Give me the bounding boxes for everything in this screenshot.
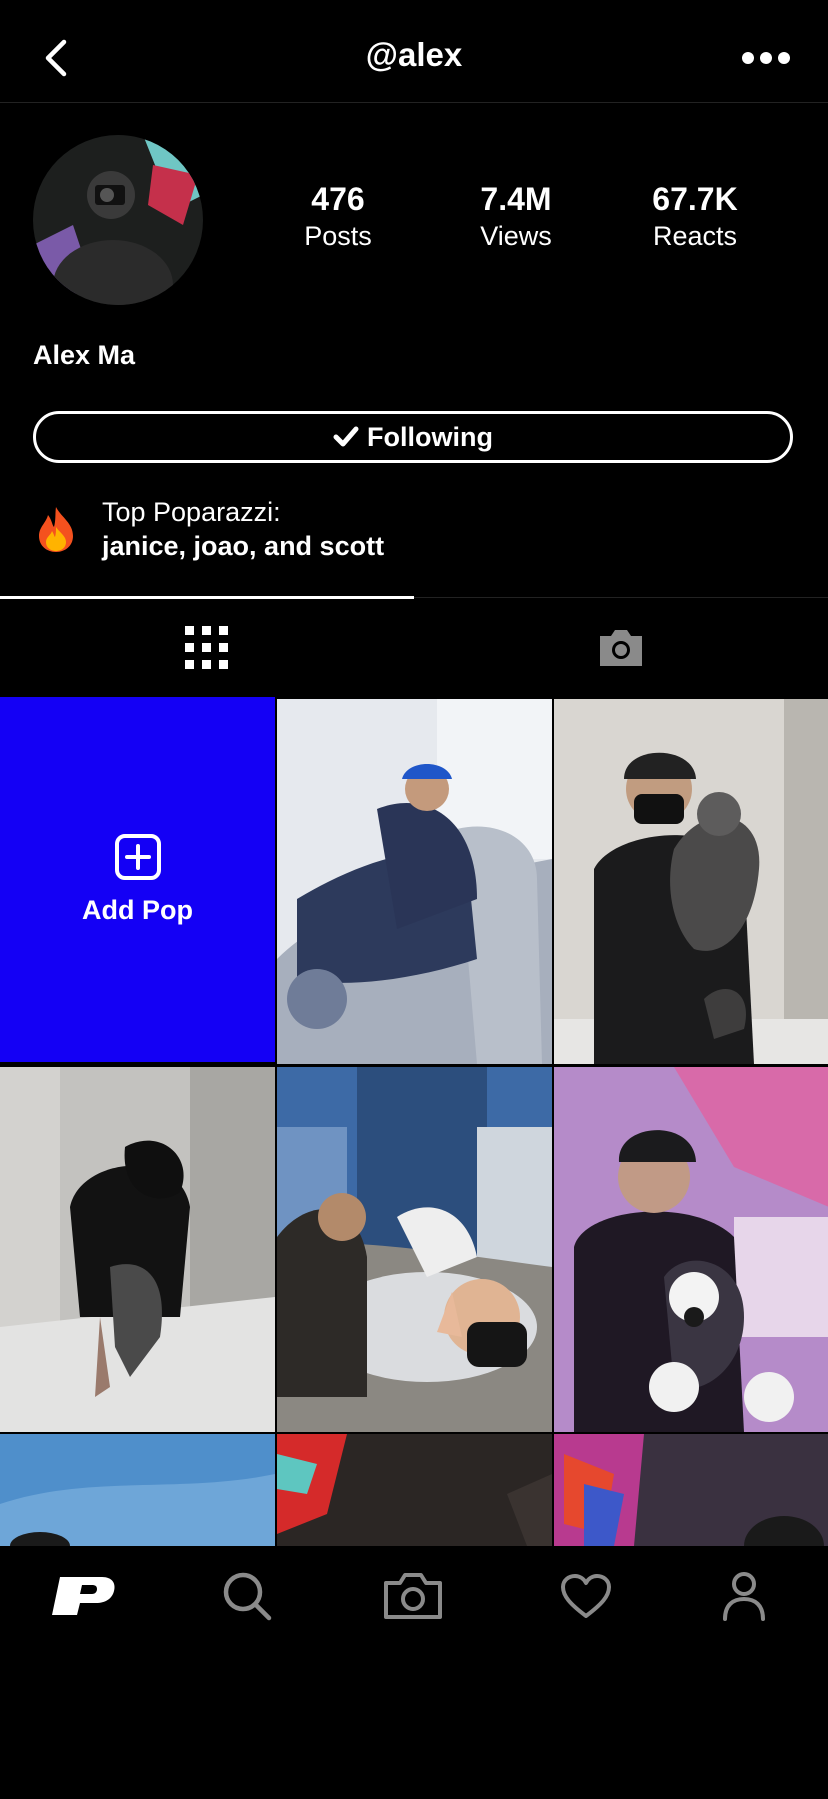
add-pop-button[interactable]: Add Pop [0, 697, 275, 1062]
following-button[interactable]: Following [33, 411, 793, 463]
search-icon [223, 1572, 272, 1621]
more-options-button[interactable] [738, 38, 794, 78]
stat-posts-label: Posts [304, 221, 372, 251]
grid-photo[interactable] [554, 1067, 828, 1432]
profile-name: Alex Ma [33, 340, 136, 370]
nav-camera[interactable] [378, 1565, 448, 1627]
stat-views: 7.4M Views [441, 180, 591, 254]
stat-reacts-label: Reacts [652, 221, 738, 251]
nav-activity[interactable] [551, 1565, 621, 1627]
grid-photo[interactable] [277, 1067, 552, 1432]
stat-views-value: 7.4M [480, 181, 552, 217]
avatar[interactable] [33, 135, 203, 305]
grid-icon [185, 626, 228, 669]
stat-posts-value: 476 [311, 181, 365, 217]
nav-profile[interactable] [709, 1565, 779, 1627]
tab-active-indicator [0, 596, 414, 599]
tab-grid[interactable] [0, 600, 414, 696]
nav-home[interactable] [48, 1565, 118, 1627]
photo-image [554, 1434, 828, 1576]
stat-views-label: Views [480, 221, 552, 251]
stat-reacts-value: 67.7K [652, 181, 738, 217]
photo-image [277, 1434, 552, 1546]
grid-photo[interactable] [277, 699, 552, 1064]
top-poparazzi-names[interactable]: janice, joao, and scott [102, 531, 384, 562]
grid-photo[interactable] [0, 1067, 275, 1432]
nav-search[interactable] [212, 1565, 282, 1627]
photo-image [554, 1067, 828, 1432]
top-poparazzi-label: Top Poparazzi: [102, 497, 281, 527]
following-label: Following [367, 421, 493, 452]
camera-icon [600, 630, 642, 666]
tab-tagged-photos[interactable] [414, 600, 828, 696]
photo-image [554, 699, 828, 1064]
checkmark-icon [333, 426, 359, 447]
photo-image [0, 1067, 275, 1432]
photo-image [277, 699, 552, 1064]
profile-icon [723, 1572, 765, 1621]
grid-photo[interactable] [554, 699, 828, 1064]
camera-icon [384, 1573, 442, 1619]
add-pop-label: Add Pop [82, 895, 193, 925]
logo-icon [52, 1577, 115, 1615]
photo-image [0, 1434, 275, 1560]
page-title: @alex [365, 36, 463, 73]
fire-icon [35, 505, 77, 553]
stat-reacts: 67.7K Reacts [620, 180, 770, 254]
photo-image [277, 1067, 552, 1432]
more-horizontal-icon [742, 52, 790, 64]
avatar-image [33, 135, 203, 305]
plus-square-icon [114, 834, 161, 880]
heart-icon [561, 1574, 611, 1618]
stat-posts: 476 Posts [263, 180, 413, 254]
